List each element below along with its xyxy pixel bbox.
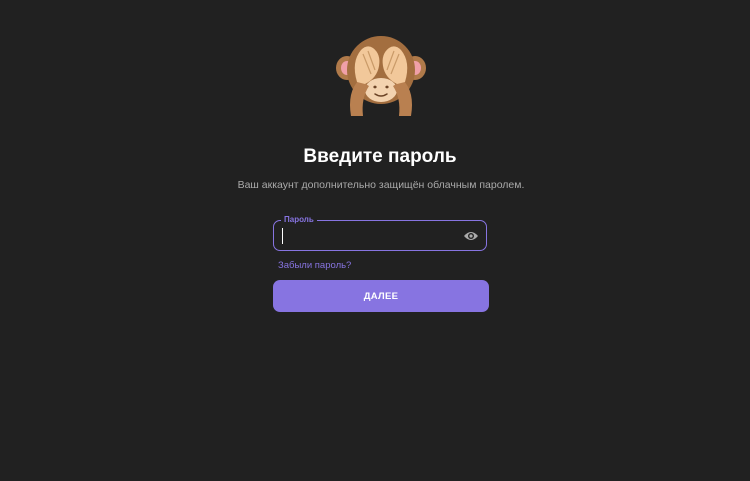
eye-icon[interactable] — [463, 229, 479, 243]
password-page: Введите пароль Ваш аккаунт дополнительно… — [0, 0, 750, 481]
page-title: Введите пароль — [303, 146, 457, 167]
password-input[interactable] — [281, 225, 457, 245]
next-button[interactable]: ДАЛЕЕ — [273, 280, 489, 312]
password-field[interactable]: Пароль — [273, 214, 487, 251]
see-no-evil-monkey-icon — [336, 36, 426, 116]
page-subtitle: Ваш аккаунт дополнительно защищён облачн… — [237, 179, 525, 191]
text-caret — [282, 228, 283, 244]
forgot-password-link[interactable]: Забыли пароль? — [278, 260, 351, 271]
